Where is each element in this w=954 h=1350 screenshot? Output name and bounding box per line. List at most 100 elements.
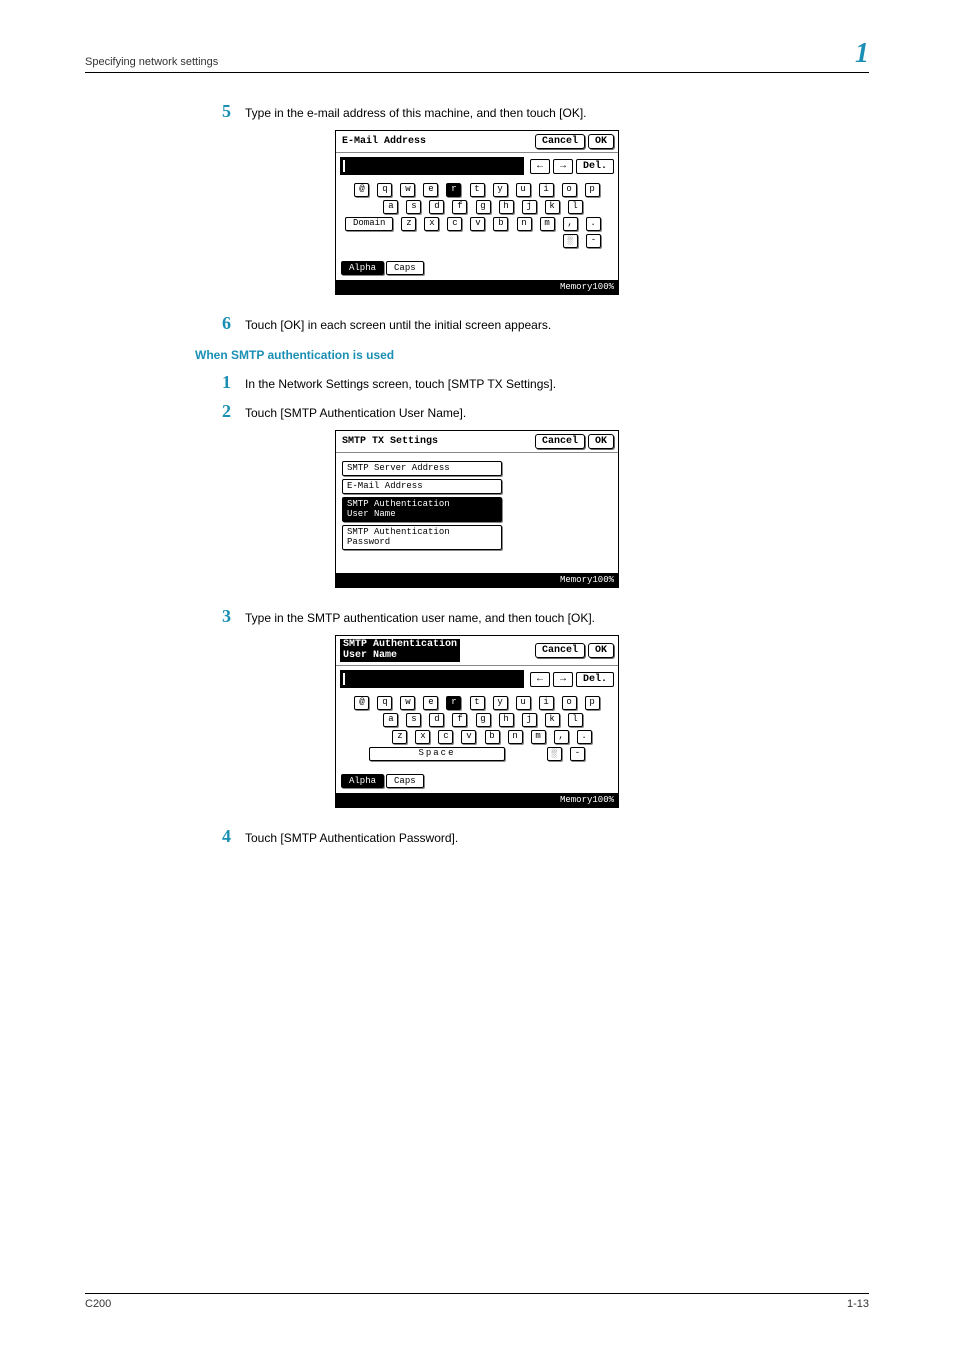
key-at[interactable]: @ xyxy=(354,183,369,197)
key-minus[interactable]: - xyxy=(586,234,601,248)
key-g[interactable]: g xyxy=(476,200,491,214)
key-m[interactable]: m xyxy=(531,730,546,744)
key-v[interactable]: v xyxy=(461,730,476,744)
step-3: 3 Type in the SMTP authentication user n… xyxy=(195,606,869,627)
key-at[interactable]: @ xyxy=(354,696,369,710)
key-r[interactable]: r xyxy=(446,696,461,710)
caps-button[interactable]: Caps xyxy=(386,261,424,275)
key-n[interactable]: n xyxy=(517,217,532,231)
key-d[interactable]: d xyxy=(429,713,444,727)
key-a[interactable]: a xyxy=(383,200,398,214)
key-f[interactable]: f xyxy=(452,713,467,727)
delete-button[interactable]: Del. xyxy=(576,159,614,174)
key-c[interactable]: c xyxy=(438,730,453,744)
key-s[interactable]: s xyxy=(406,200,421,214)
key-i[interactable]: i xyxy=(539,183,554,197)
key-k[interactable]: k xyxy=(545,200,560,214)
key-v[interactable]: v xyxy=(470,217,485,231)
key-h[interactable]: h xyxy=(499,713,514,727)
key-d[interactable]: d xyxy=(429,200,444,214)
list-item-email-address[interactable]: E-Mail Address xyxy=(342,479,502,494)
ok-button[interactable]: OK xyxy=(588,134,614,149)
key-e[interactable]: e xyxy=(423,183,438,197)
panel-smtp-settings: SMTP TX Settings Cancel OK SMTP Server A… xyxy=(335,430,619,589)
step-text: In the Network Settings screen, touch [S… xyxy=(245,377,869,391)
key-a[interactable]: a xyxy=(383,713,398,727)
key-t[interactable]: t xyxy=(470,183,485,197)
key-t[interactable]: t xyxy=(470,696,485,710)
alpha-button[interactable]: Alpha xyxy=(341,774,384,788)
key-c[interactable]: c xyxy=(447,217,462,231)
key-comma[interactable]: , xyxy=(554,730,569,744)
key-q[interactable]: q xyxy=(377,183,392,197)
key-w[interactable]: w xyxy=(400,696,415,710)
key-e[interactable]: e xyxy=(423,696,438,710)
key-n[interactable]: n xyxy=(508,730,523,744)
key-j[interactable]: j xyxy=(522,200,537,214)
cancel-button[interactable]: Cancel xyxy=(535,643,585,658)
cancel-button[interactable]: Cancel xyxy=(535,134,585,149)
key-b[interactable]: b xyxy=(493,217,508,231)
domain-button[interactable]: Domain xyxy=(345,217,393,231)
footer-page: 1-13 xyxy=(847,1298,869,1310)
key-h[interactable]: h xyxy=(499,200,514,214)
key-o[interactable]: o xyxy=(562,183,577,197)
caps-button[interactable]: Caps xyxy=(386,774,424,788)
arrow-left-button[interactable]: ← xyxy=(530,672,550,687)
text-input[interactable] xyxy=(340,670,524,688)
step-text: Touch [SMTP Authentication User Name]. xyxy=(245,406,869,420)
key-w[interactable]: w xyxy=(400,183,415,197)
space-button[interactable]: Space xyxy=(369,747,505,761)
key-l[interactable]: l xyxy=(568,713,583,727)
chapter-number: 1 xyxy=(855,40,869,68)
key-x[interactable]: x xyxy=(424,217,439,231)
ok-button[interactable]: OK xyxy=(588,643,614,658)
arrow-right-button[interactable]: → xyxy=(553,672,573,687)
key-m[interactable]: m xyxy=(540,217,555,231)
list-item-server-address[interactable]: SMTP Server Address xyxy=(342,461,502,476)
key-o[interactable]: o xyxy=(562,696,577,710)
step-number: 6 xyxy=(195,313,245,334)
key-y[interactable]: y xyxy=(493,696,508,710)
arrow-left-button[interactable]: ← xyxy=(530,159,550,174)
page-header: Specifying network settings 1 xyxy=(85,40,869,73)
step-6: 6 Touch [OK] in each screen until the in… xyxy=(195,313,869,334)
key-comma[interactable]: , xyxy=(563,217,578,231)
delete-button[interactable]: Del. xyxy=(576,672,614,687)
key-z[interactable]: z xyxy=(392,730,407,744)
key-q[interactable]: q xyxy=(377,696,392,710)
key-r[interactable]: r xyxy=(446,183,461,197)
subsection-heading: When SMTP authentication is used xyxy=(195,348,869,362)
key-y[interactable]: y xyxy=(493,183,508,197)
key-j[interactable]: j xyxy=(522,713,537,727)
arrow-right-button[interactable]: → xyxy=(553,159,573,174)
key-period[interactable]: . xyxy=(577,730,592,744)
panel-auth-user-keyboard: SMTP Authentication User Name Cancel OK … xyxy=(335,635,619,808)
key-p[interactable]: p xyxy=(585,183,600,197)
alpha-button[interactable]: Alpha xyxy=(341,261,384,275)
key-shift[interactable]: ░ xyxy=(563,234,578,248)
key-shift[interactable]: ░ xyxy=(547,747,562,761)
key-i[interactable]: i xyxy=(539,696,554,710)
key-l[interactable]: l xyxy=(568,200,583,214)
list-item-auth-user[interactable]: SMTP Authentication User Name xyxy=(342,497,502,522)
ok-button[interactable]: OK xyxy=(588,434,614,449)
key-s[interactable]: s xyxy=(406,713,421,727)
key-g[interactable]: g xyxy=(476,713,491,727)
cancel-button[interactable]: Cancel xyxy=(535,434,585,449)
key-period[interactable]: . xyxy=(586,217,601,231)
key-u[interactable]: u xyxy=(516,183,531,197)
key-p[interactable]: p xyxy=(585,696,600,710)
list-item-auth-password[interactable]: SMTP Authentication Password xyxy=(342,525,502,550)
step-number: 3 xyxy=(195,606,245,627)
step-text: Touch [SMTP Authentication Password]. xyxy=(245,831,869,845)
key-z[interactable]: z xyxy=(401,217,416,231)
key-x[interactable]: x xyxy=(415,730,430,744)
key-k[interactable]: k xyxy=(545,713,560,727)
header-section: Specifying network settings xyxy=(85,56,218,68)
key-f[interactable]: f xyxy=(452,200,467,214)
key-u[interactable]: u xyxy=(516,696,531,710)
text-input[interactable] xyxy=(340,157,524,175)
key-minus[interactable]: - xyxy=(570,747,585,761)
key-b[interactable]: b xyxy=(485,730,500,744)
